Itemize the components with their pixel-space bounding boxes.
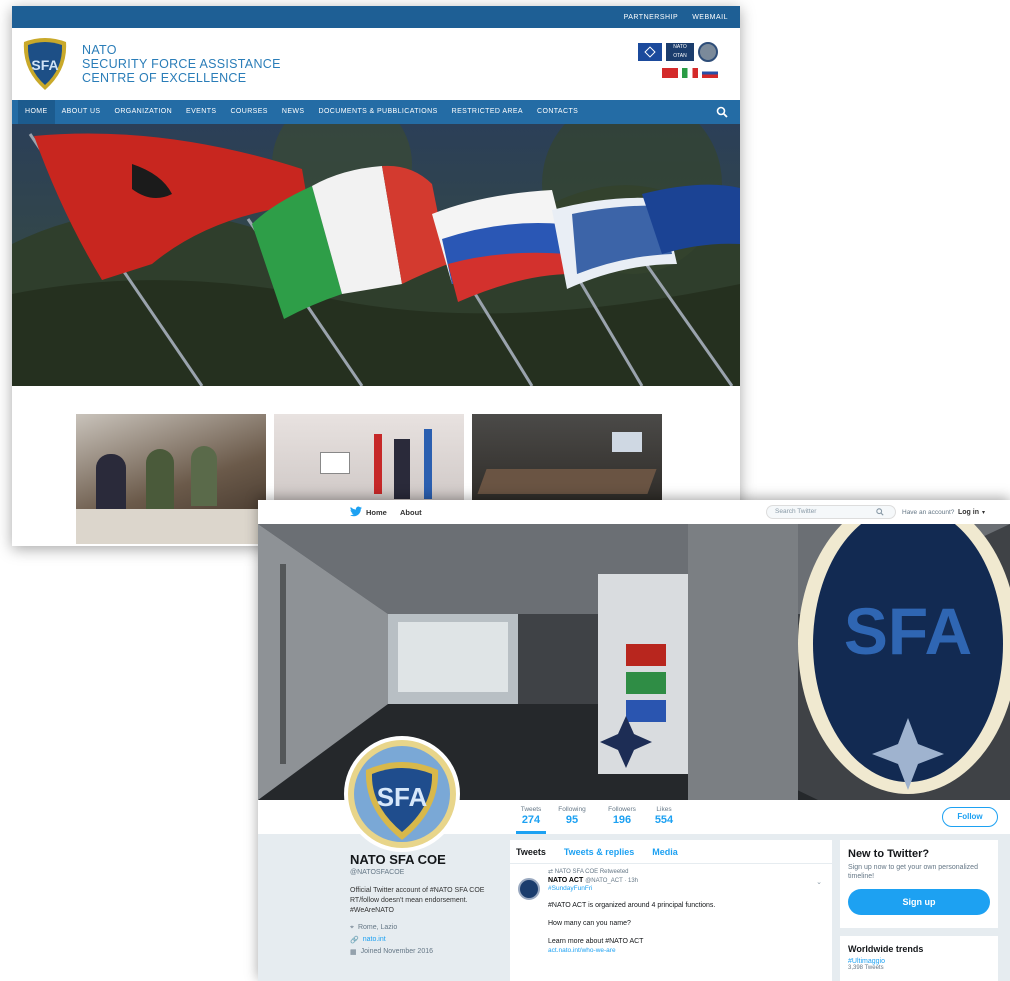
tab-tweets[interactable]: Tweets <box>516 847 546 857</box>
tweet-author[interactable]: NATO ACT <box>548 877 583 884</box>
twitter-bird-icon[interactable] <box>350 506 362 517</box>
timeline: Tweets Tweets & replies Media ⇄ NATO SFA… <box>510 840 832 981</box>
profile-name[interactable]: NATO SFA COE <box>350 852 500 867</box>
trend-count: 3,398 Tweets <box>848 965 884 971</box>
chevron-down-icon: ▾ <box>982 509 986 516</box>
webmail-link[interactable]: WEBMAIL <box>692 14 728 21</box>
nav-restricted-area[interactable]: RESTRICTED AREA <box>445 100 530 124</box>
nav-home[interactable]: HOME <box>18 100 55 124</box>
tweet-link[interactable]: act.nato.int/who-we-are <box>548 947 824 954</box>
banner-sfa-text: SFA <box>844 594 972 668</box>
tweet-line-2: How many can you name? <box>548 920 631 927</box>
italy-flag <box>682 68 698 78</box>
profile-handle[interactable]: @NATOSFACOE <box>350 869 500 876</box>
profile-avatar[interactable]: SFA <box>344 736 460 852</box>
nav-courses[interactable]: COURSES <box>223 100 274 124</box>
albania-flag <box>662 68 678 78</box>
search-icon[interactable] <box>876 508 884 516</box>
search-icon[interactable] <box>716 106 728 118</box>
tweet-avatar[interactable] <box>518 878 540 900</box>
sfa-shield-logo[interactable]: SFA <box>20 36 70 92</box>
stat-likes[interactable]: Likes 554 <box>646 806 682 826</box>
nav-events[interactable]: EVENTS <box>179 100 223 124</box>
login-link[interactable]: Log in <box>958 509 979 516</box>
profile-url[interactable]: 🔗 nato.int <box>350 936 500 944</box>
site-topbar: PARTNERSHIP WEBMAIL <box>12 6 740 28</box>
hero-image-flags <box>12 124 740 386</box>
partner-logos: NATO OTAN <box>638 42 718 78</box>
new-to-twitter-card: New to Twitter? Sign up now to get your … <box>840 840 998 928</box>
calendar-icon: ▦ <box>350 949 357 956</box>
nav-news[interactable]: NEWS <box>275 100 312 124</box>
nav-documents[interactable]: DOCUMENTS & PUBBLICATIONS <box>311 100 444 124</box>
news-thumb-2[interactable] <box>274 414 464 504</box>
profile-joined: ▦ Joined November 2016 <box>350 948 434 956</box>
slovenia-flag <box>702 68 718 78</box>
tweet-handle: @NATO_ACT · 13h <box>585 878 638 884</box>
new-to-twitter-desc: Sign up now to get your own personalized… <box>848 864 978 880</box>
new-to-twitter-title: New to Twitter? <box>848 848 930 860</box>
avatar-sfa-text: SFA <box>377 782 428 812</box>
site-title[interactable]: NATO SECURITY FORCE ASSISTANCE CENTRE OF… <box>82 43 281 85</box>
profile-sidebar: NATO SFA COE @NATOSFACOE Official Twitte… <box>350 852 500 956</box>
nav-contacts[interactable]: CONTACTS <box>530 100 585 124</box>
home-link[interactable]: Home <box>366 508 387 517</box>
nav-organization[interactable]: ORGANIZATION <box>107 100 179 124</box>
twitter-screenshot: Home About Search Twitter Have an accoun… <box>258 500 1010 981</box>
chevron-down-icon[interactable]: ⌄ <box>816 878 822 886</box>
tab-tweets-replies[interactable]: Tweets & replies <box>564 847 634 857</box>
tab-media[interactable]: Media <box>652 847 678 857</box>
link-icon: 🔗 <box>350 937 359 944</box>
trends-title: Worldwide trends <box>848 944 924 954</box>
retweet-note: ⇄ NATO SFA COE Retweeted <box>548 869 629 875</box>
partnership-link[interactable]: PARTNERSHIP <box>624 14 679 21</box>
stat-followers[interactable]: Followers 196 <box>602 806 642 826</box>
country-flags <box>662 68 718 78</box>
site-main-nav: HOME ABOUT US ORGANIZATION EVENTS COURSE… <box>12 100 740 124</box>
stat-tweets[interactable]: Tweets 274 <box>516 800 546 834</box>
nato-otan-badge: NATO OTAN <box>666 43 694 61</box>
seal-icon <box>698 42 718 62</box>
tweet-hashtag[interactable]: #SundayFunFri <box>548 885 824 892</box>
profile-bio: Official Twitter account of #NATO SFA CO… <box>350 887 485 914</box>
retweet-icon: ⇄ <box>548 869 554 875</box>
location-pin-icon: ⌖ <box>350 924 354 931</box>
nav-about-us[interactable]: ABOUT US <box>55 100 108 124</box>
logo-text: SFA <box>31 57 58 73</box>
about-link[interactable]: About <box>400 508 422 517</box>
timeline-tabs: Tweets Tweets & replies Media <box>510 840 832 864</box>
trends-card: Worldwide trends #Ultimaggio 3,398 Tweet… <box>840 936 998 981</box>
signup-button[interactable]: Sign up <box>848 889 990 915</box>
nato-flag <box>638 43 662 61</box>
news-thumb-3[interactable] <box>472 414 662 504</box>
trend-item[interactable]: #Ultimaggio <box>848 958 990 965</box>
tweet-line-3: Learn more about #NATO ACT <box>548 938 644 945</box>
follow-button[interactable]: Follow <box>942 807 998 827</box>
tweet-header: NATO ACT @NATO_ACT · 13h <box>548 877 824 884</box>
twitter-topbar: Home About Search Twitter Have an accoun… <box>258 500 1010 524</box>
tweet-item[interactable]: ⇄ NATO SFA COE Retweeted NATO ACT @NATO_… <box>510 864 832 954</box>
tweet-line-1: #NATO ACT is organized around 4 principa… <box>548 902 716 909</box>
site-header: SFA NATO SECURITY FORCE ASSISTANCE CENTR… <box>12 28 740 100</box>
profile-location: ⌖ Rome, Lazio <box>350 924 398 931</box>
news-thumb-1[interactable] <box>76 414 266 544</box>
stat-following[interactable]: Following 95 <box>552 806 592 826</box>
have-account-text: Have an account? <box>902 508 955 516</box>
website-screenshot: PARTNERSHIP WEBMAIL SFA NATO SECURITY FO… <box>12 6 740 546</box>
